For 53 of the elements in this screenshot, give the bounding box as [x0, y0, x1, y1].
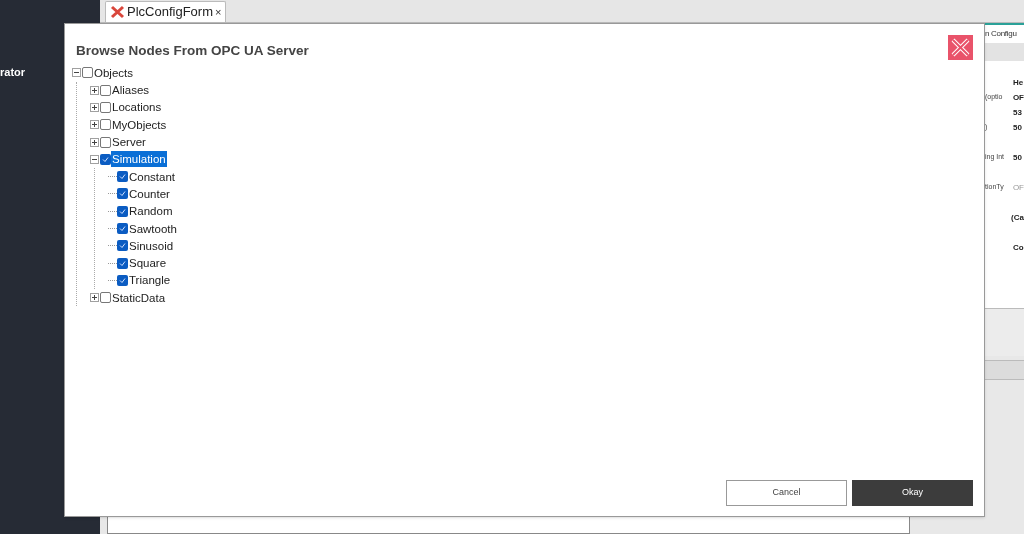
collapse-icon[interactable] — [72, 68, 81, 78]
property-value: 50 — [1013, 121, 1022, 134]
expand-icon[interactable] — [90, 120, 99, 130]
checkbox[interactable] — [100, 153, 111, 165]
checkbox[interactable] — [117, 171, 128, 183]
checkbox[interactable] — [117, 257, 128, 269]
collapse-icon[interactable] — [90, 154, 99, 164]
tree-item[interactable]: Locations — [111, 99, 163, 116]
checkbox[interactable] — [100, 102, 111, 113]
tree-item[interactable]: Triangle — [128, 272, 172, 289]
cancel-button[interactable]: Cancel — [726, 480, 847, 506]
property-value: 53 — [1013, 106, 1022, 119]
document-tab[interactable]: PlcConfigForm× — [105, 1, 227, 22]
tree-item[interactable]: MyObjects — [111, 116, 168, 133]
expand-icon[interactable] — [90, 85, 99, 95]
expand-icon[interactable] — [90, 137, 99, 147]
checkbox[interactable] — [82, 67, 93, 79]
checkbox[interactable] — [117, 240, 128, 252]
tree-item[interactable]: Aliases — [111, 82, 151, 99]
close-icon[interactable]: × — [214, 3, 222, 21]
checkbox[interactable] — [100, 84, 111, 96]
property-value: 50 — [1013, 151, 1022, 164]
property-value: (Ca — [1011, 211, 1024, 224]
checkbox[interactable] — [100, 292, 111, 304]
tree-item[interactable]: Square — [128, 255, 168, 272]
checkbox[interactable] — [117, 223, 128, 235]
tree-item[interactable]: Simulation — [111, 151, 167, 168]
dialog-title: Browse Nodes From OPC UA Server — [76, 42, 309, 60]
expand-icon[interactable] — [90, 103, 99, 112]
checkbox[interactable] — [100, 119, 111, 131]
close-button[interactable] — [948, 35, 973, 60]
tab-label: PlcConfigForm — [127, 3, 213, 22]
tree-item[interactable]: Constant — [128, 168, 177, 185]
tools-icon — [110, 5, 125, 19]
property-value: OF — [1012, 91, 1024, 104]
tree-item[interactable]: Sinusoid — [128, 237, 175, 254]
tree-item[interactable]: Sawtooth — [128, 220, 178, 237]
property-value: Co — [1013, 241, 1024, 254]
checkbox[interactable] — [117, 274, 128, 286]
tree-item[interactable]: Counter — [128, 185, 171, 202]
checkbox[interactable] — [117, 188, 128, 200]
okay-button[interactable]: Okay — [852, 480, 973, 506]
tree-item[interactable]: Random — [128, 203, 174, 220]
tree-item[interactable]: StaticData — [111, 289, 167, 306]
panel-tab[interactable]: n Configu — [985, 25, 1024, 43]
checkbox[interactable] — [100, 136, 111, 148]
expand-icon[interactable] — [90, 293, 99, 303]
tree-item[interactable]: Objects — [93, 64, 134, 81]
property-value: OF — [1012, 181, 1024, 194]
panel-toolbar — [985, 43, 1024, 61]
property-value: He — [1013, 76, 1024, 89]
tree-item[interactable]: Server — [111, 134, 147, 151]
checkbox[interactable] — [117, 205, 128, 217]
